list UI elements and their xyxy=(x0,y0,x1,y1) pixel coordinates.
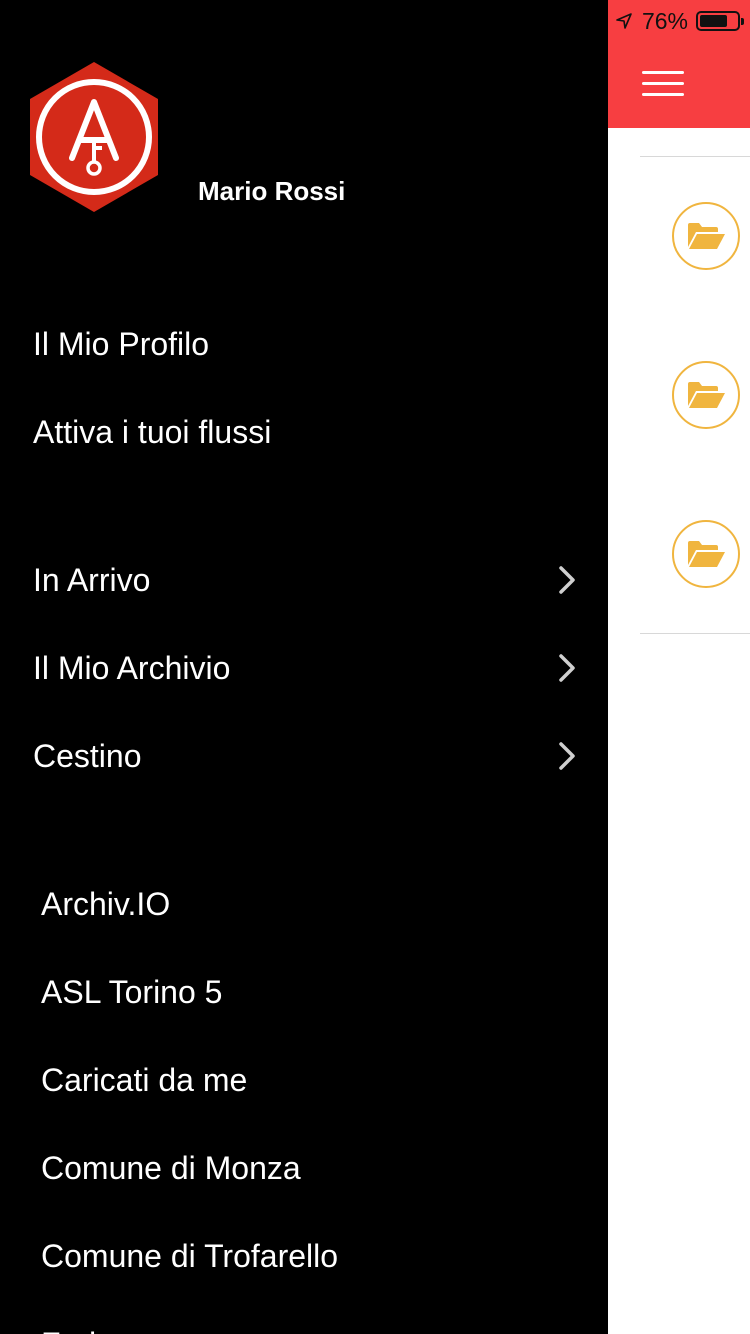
menu-item-flow-uploaded-by-me[interactable]: Caricati da me xyxy=(0,1045,608,1115)
menu-item-my-profile[interactable]: Il Mio Profilo xyxy=(0,309,608,379)
hamburger-menu-icon[interactable] xyxy=(642,70,686,98)
folder-open-icon[interactable] xyxy=(672,520,740,588)
menu-item-label: ASL Torino 5 xyxy=(41,973,223,1010)
menu-item-label: Caricati da me xyxy=(41,1061,248,1098)
menu-item-flow-comune-monza[interactable]: Comune di Monza xyxy=(0,1133,608,1203)
menu-item-flow-asl-torino[interactable]: ASL Torino 5 xyxy=(0,957,608,1027)
folder-open-icon[interactable] xyxy=(672,361,740,429)
user-name: Mario Rossi xyxy=(198,176,346,206)
list-divider xyxy=(640,633,750,634)
menu-item-inbox[interactable]: In Arrivo xyxy=(0,545,608,615)
menu-item-label: Il Mio Profilo xyxy=(33,325,210,362)
battery-icon xyxy=(696,11,744,31)
menu-item-my-archive[interactable]: Il Mio Archivio xyxy=(0,633,608,703)
side-drawer: Mario Rossi Il Mio Profilo Attiva i tuoi… xyxy=(0,0,608,1334)
chevron-right-icon xyxy=(559,566,575,594)
chevron-right-icon xyxy=(559,742,575,770)
menu-item-flow-archivio[interactable]: Archiv.IO xyxy=(0,869,608,939)
menu-item-label: Cestino xyxy=(33,737,142,774)
list-divider xyxy=(640,156,750,157)
menu-item-label: Fad... xyxy=(0,1326,123,1334)
menu-item-flow-comune-trofarello[interactable]: Comune di Trofarello xyxy=(0,1221,608,1291)
status-bar: 76% xyxy=(614,6,744,36)
menu-item-label: Archiv.IO xyxy=(41,885,171,922)
chevron-right-icon xyxy=(559,654,575,682)
archivio-logo-icon xyxy=(30,62,158,212)
location-arrow-icon xyxy=(614,11,634,31)
menu-item-trash[interactable]: Cestino xyxy=(0,721,608,791)
menu-item-label: Comune di Monza xyxy=(41,1149,301,1186)
menu-item-label: Attiva i tuoi flussi xyxy=(33,413,272,450)
menu-item-label: Il Mio Archivio xyxy=(33,649,231,686)
menu-item-flow-partial[interactable]: Fad... xyxy=(0,1309,608,1334)
menu-item-label: In Arrivo xyxy=(33,561,151,598)
battery-fill xyxy=(700,15,727,27)
folder-open-icon[interactable] xyxy=(672,202,740,270)
menu-item-activate-flows[interactable]: Attiva i tuoi flussi xyxy=(0,397,608,467)
menu-item-label: Comune di Trofarello xyxy=(41,1237,339,1274)
battery-percent: 76% xyxy=(641,7,688,34)
